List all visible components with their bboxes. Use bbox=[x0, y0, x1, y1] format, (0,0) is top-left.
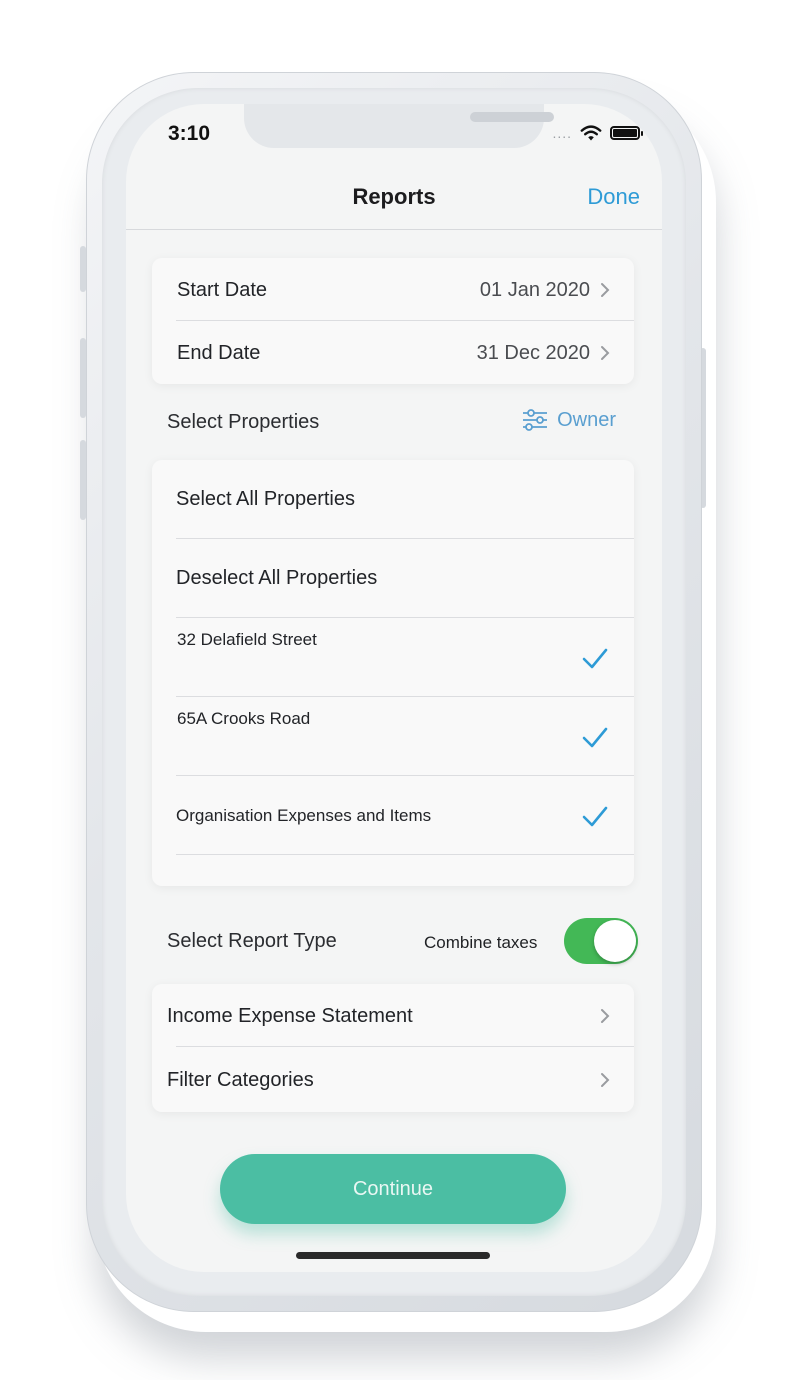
divider bbox=[176, 854, 634, 855]
deselect-all-label: Deselect All Properties bbox=[176, 567, 378, 589]
nav-divider bbox=[126, 229, 662, 230]
end-date-row[interactable]: End Date 31 Dec 2020 bbox=[152, 321, 634, 384]
combine-taxes-label: Combine taxes bbox=[424, 933, 538, 952]
select-all-label: Select All Properties bbox=[176, 488, 355, 510]
battery-icon bbox=[610, 126, 643, 140]
report-type-card: Income Expense Statement Filter Categori… bbox=[152, 984, 634, 1112]
battery-level bbox=[613, 129, 637, 137]
date-range-card: Start Date 01 Jan 2020 End Date 31 Dec 2… bbox=[152, 258, 634, 384]
continue-button[interactable]: Continue bbox=[220, 1154, 566, 1224]
done-button[interactable]: Done bbox=[587, 184, 640, 210]
combine-taxes-toggle[interactable] bbox=[564, 918, 638, 964]
chevron-right-icon bbox=[601, 346, 610, 360]
chevron-right-icon bbox=[601, 1009, 610, 1023]
home-indicator bbox=[296, 1252, 490, 1259]
signal-dots: .... bbox=[552, 125, 572, 141]
properties-card: Select All Properties Deselect All Prope… bbox=[152, 460, 634, 886]
checkmark-icon bbox=[582, 806, 608, 827]
stage: 3:10 .... Reports Done Start Date 01 Jan… bbox=[0, 0, 800, 1380]
property-name: 65A Crooks Road bbox=[177, 709, 311, 728]
property-row[interactable]: 65A Crooks Road bbox=[152, 697, 634, 776]
select-properties-label: Select Properties bbox=[167, 411, 320, 433]
filter-categories-row[interactable]: Filter Categories bbox=[152, 1047, 634, 1112]
select-all-row[interactable]: Select All Properties bbox=[152, 460, 634, 539]
status-icons: .... bbox=[552, 124, 643, 142]
property-name: 32 Delafield Street bbox=[177, 630, 317, 649]
speaker-grille bbox=[470, 112, 554, 122]
wifi-icon bbox=[580, 125, 602, 141]
report-type-row[interactable]: Income Expense Statement bbox=[152, 984, 634, 1047]
start-date-row[interactable]: Start Date 01 Jan 2020 bbox=[152, 258, 634, 321]
status-time: 3:10 bbox=[168, 122, 211, 145]
owner-label: Owner bbox=[557, 408, 616, 431]
toggle-knob bbox=[594, 920, 636, 962]
notch bbox=[244, 104, 554, 148]
end-date-value: 31 Dec 2020 bbox=[476, 342, 590, 364]
end-date-label: End Date bbox=[177, 342, 261, 364]
select-report-type-label: Select Report Type bbox=[167, 930, 337, 952]
checkmark-icon bbox=[582, 727, 608, 748]
filter-categories-label: Filter Categories bbox=[167, 1069, 314, 1091]
deselect-all-row[interactable]: Deselect All Properties bbox=[152, 539, 634, 618]
owner-filter-button[interactable]: Owner bbox=[521, 408, 616, 432]
checkmark-icon bbox=[582, 648, 608, 669]
screen: 3:10 .... Reports Done Start Date 01 Jan… bbox=[126, 104, 662, 1272]
start-date-label: Start Date bbox=[177, 279, 268, 301]
chevron-right-icon bbox=[601, 283, 610, 297]
page-title: Reports bbox=[352, 184, 436, 209]
property-row[interactable]: 32 Delafield Street bbox=[152, 618, 634, 697]
report-type-label: Income Expense Statement bbox=[167, 1005, 413, 1027]
chevron-right-icon bbox=[601, 1073, 610, 1087]
start-date-value: 01 Jan 2020 bbox=[479, 279, 590, 301]
sliders-icon bbox=[523, 409, 548, 431]
property-name: Organisation Expenses and Items bbox=[176, 806, 432, 825]
property-row[interactable]: Organisation Expenses and Items bbox=[152, 776, 634, 855]
